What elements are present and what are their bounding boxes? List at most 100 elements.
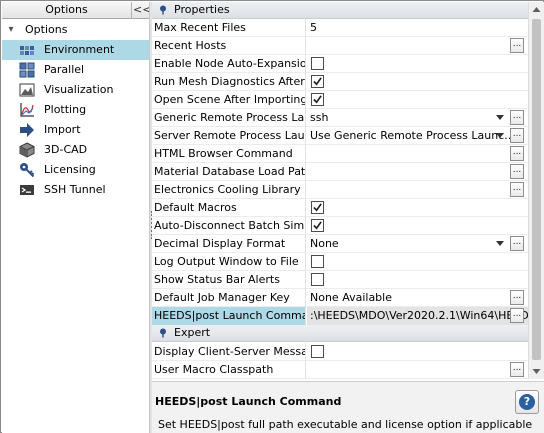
tree-item-licensing[interactable]: Licensing bbox=[2, 160, 149, 180]
value-text[interactable]: None bbox=[310, 237, 339, 250]
property-value[interactable]: ... bbox=[307, 145, 528, 163]
property-value[interactable]: ssh ... bbox=[307, 109, 528, 127]
import-icon bbox=[20, 123, 34, 137]
dropdown-arrow-icon[interactable] bbox=[496, 133, 504, 138]
browse-button[interactable]: ... bbox=[510, 38, 524, 53]
property-name: HEEDS|post Launch Command bbox=[152, 307, 306, 325]
help-button[interactable]: ? bbox=[515, 390, 539, 414]
property-value[interactable]: None ... bbox=[307, 235, 528, 253]
browse-button[interactable]: ... bbox=[510, 290, 524, 305]
property-name: Log Output Window to File bbox=[152, 253, 306, 271]
tree-item-visualization[interactable]: Visualization bbox=[2, 80, 149, 100]
property-value[interactable]: ... bbox=[307, 361, 528, 379]
property-value[interactable] bbox=[307, 199, 528, 217]
tree-item-label: SSH Tunnel bbox=[44, 183, 106, 196]
property-row[interactable]: Recent Hosts ... bbox=[152, 37, 528, 55]
dropdown-arrow-icon[interactable] bbox=[496, 115, 504, 120]
tree-root-options[interactable]: ▾ Options bbox=[2, 20, 149, 40]
property-value[interactable]: 5 bbox=[307, 19, 528, 37]
property-value[interactable] bbox=[307, 55, 528, 73]
property-row[interactable]: Display Client-Server Messages bbox=[152, 343, 528, 361]
property-row[interactable]: Auto-Disconnect Batch Simulatio bbox=[152, 217, 528, 235]
visualization-icon bbox=[19, 83, 35, 97]
checkbox[interactable] bbox=[311, 219, 324, 232]
checkbox[interactable] bbox=[311, 201, 324, 214]
scroll-up-arrow-icon[interactable] bbox=[529, 2, 544, 17]
browse-button[interactable]: ... bbox=[510, 110, 524, 125]
browse-button[interactable]: ... bbox=[510, 182, 524, 197]
dropdown-arrow-icon[interactable] bbox=[496, 241, 504, 246]
checkbox[interactable] bbox=[311, 255, 324, 268]
property-value[interactable] bbox=[307, 217, 528, 235]
browse-button[interactable]: ... bbox=[510, 128, 524, 143]
property-value[interactable] bbox=[307, 91, 528, 109]
tree-item-ssh-tunnel[interactable]: SSH Tunnel bbox=[2, 180, 149, 200]
parallel-icon bbox=[19, 62, 35, 78]
property-value[interactable] bbox=[307, 343, 528, 361]
property-row[interactable]: Server Remote Process Launch ( Use Gener… bbox=[152, 127, 528, 145]
browse-button[interactable]: ... bbox=[510, 362, 524, 377]
category-expert[interactable]: Expert bbox=[152, 325, 528, 342]
property-row[interactable]: HTML Browser Command ... bbox=[152, 145, 528, 163]
property-value[interactable]: ... bbox=[307, 181, 528, 199]
collapse-panel-button[interactable]: << bbox=[133, 2, 151, 18]
property-row[interactable]: User Macro Classpath ... bbox=[152, 361, 528, 379]
property-sheet: Properties Max Recent Files 5 Recent Hos… bbox=[152, 2, 544, 433]
property-name: Default Job Manager Key bbox=[152, 289, 306, 307]
property-value[interactable] bbox=[307, 73, 528, 91]
options-panel-header: Options << bbox=[2, 2, 151, 19]
property-row[interactable]: Default Job Manager Key None Available .… bbox=[152, 289, 528, 307]
browse-button[interactable]: ... bbox=[510, 164, 524, 179]
property-value[interactable]: :\HEEDS\MDO\Ver2020.2.1\Win64\HEEDS ... bbox=[307, 307, 528, 325]
property-row[interactable]: Material Database Load Path ... bbox=[152, 163, 528, 181]
checkbox[interactable] bbox=[311, 345, 324, 358]
checkmark-icon bbox=[313, 77, 322, 86]
vertical-scrollbar[interactable] bbox=[528, 2, 544, 379]
property-row[interactable]: Show Status Bar Alerts bbox=[152, 271, 528, 289]
browse-button[interactable]: ... bbox=[510, 146, 524, 161]
value-text[interactable]: ssh bbox=[310, 111, 328, 124]
property-row[interactable]: Generic Remote Process Launch ssh ... bbox=[152, 109, 528, 127]
property-value[interactable]: None Available ... bbox=[307, 289, 528, 307]
tree-item-import[interactable]: Import bbox=[2, 120, 149, 140]
property-name: Auto-Disconnect Batch Simulatio bbox=[152, 217, 306, 235]
property-value[interactable]: ... bbox=[307, 37, 528, 55]
property-row[interactable]: Decimal Display Format None ... bbox=[152, 235, 528, 253]
tree-item-parallel[interactable]: Parallel bbox=[2, 60, 149, 80]
property-name: Open Scene After Importing Me bbox=[152, 91, 306, 109]
checkbox[interactable] bbox=[311, 57, 324, 70]
browse-button[interactable]: ... bbox=[510, 236, 524, 251]
property-value[interactable] bbox=[307, 253, 528, 271]
tree-item-plotting[interactable]: Plotting bbox=[2, 100, 149, 120]
checkbox[interactable] bbox=[311, 93, 324, 106]
property-row[interactable]: Default Macros bbox=[152, 199, 528, 217]
property-name: Max Recent Files bbox=[152, 19, 306, 37]
checkmark-icon bbox=[313, 203, 322, 212]
tree-item-3d-cad[interactable]: 3D-CAD bbox=[2, 140, 149, 160]
value-text[interactable]: :\HEEDS\MDO\Ver2020.2.1\Win64\HEEDS bbox=[310, 309, 528, 322]
value-text[interactable]: None Available bbox=[310, 291, 392, 304]
expand-toggle-icon[interactable]: ▾ bbox=[6, 20, 16, 40]
scroll-down-arrow-icon[interactable] bbox=[529, 364, 544, 379]
property-row-selected[interactable]: HEEDS|post Launch Command :\HEEDS\MDO\Ve… bbox=[152, 307, 528, 325]
property-name: Run Mesh Diagnostics After Imp bbox=[152, 73, 306, 91]
property-row[interactable]: Max Recent Files 5 bbox=[152, 19, 528, 37]
category-properties[interactable]: Properties bbox=[152, 2, 528, 19]
property-row[interactable]: Run Mesh Diagnostics After Imp bbox=[152, 73, 528, 91]
value-text[interactable]: Use Generic Remote Process Launc... bbox=[310, 129, 515, 142]
property-value[interactable]: Use Generic Remote Process Launc... ... bbox=[307, 127, 528, 145]
property-row[interactable]: Enable Node Auto-Expansion bbox=[152, 55, 528, 73]
property-row[interactable]: Electronics Cooling Library Load ... bbox=[152, 181, 528, 199]
checkbox[interactable] bbox=[311, 75, 324, 88]
value-text[interactable]: 5 bbox=[310, 21, 317, 34]
property-row[interactable]: Log Output Window to File bbox=[152, 253, 528, 271]
property-value[interactable] bbox=[307, 271, 528, 289]
property-row[interactable]: Open Scene After Importing Me bbox=[152, 91, 528, 109]
property-value[interactable]: ... bbox=[307, 163, 528, 181]
tree-item-environment[interactable]: Environment bbox=[2, 40, 149, 60]
scrollbar-thumb[interactable] bbox=[532, 19, 541, 360]
options-header-title: Options bbox=[2, 2, 132, 18]
browse-button[interactable]: ... bbox=[510, 308, 524, 323]
pin-icon bbox=[160, 328, 166, 338]
checkbox[interactable] bbox=[311, 273, 324, 286]
